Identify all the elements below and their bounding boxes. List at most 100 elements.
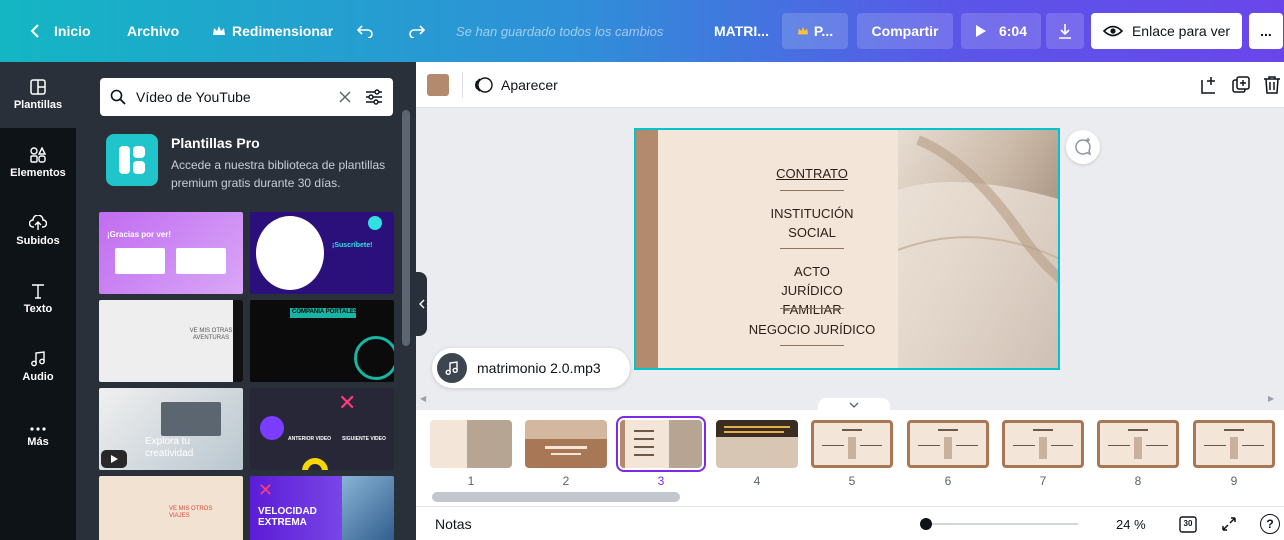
redo-button[interactable]	[408, 0, 426, 62]
footer-bar: Notas 24 % 30 ?	[416, 506, 1284, 540]
filter-icon[interactable]	[365, 89, 383, 105]
page-thumbnail-3[interactable]	[616, 416, 706, 472]
page-thumbnail-8[interactable]	[1097, 420, 1179, 468]
more-options-button[interactable]: ...	[1249, 13, 1283, 49]
slide-divider	[780, 308, 844, 309]
animate-label: Aparecer	[501, 77, 558, 93]
home-button[interactable]: Inicio	[30, 0, 91, 62]
search-icon	[110, 89, 126, 105]
page-thumbnail-5[interactable]	[811, 420, 893, 468]
templates-panel: Vídeo de YouTube Plantillas Pro Accede a…	[76, 62, 416, 540]
slide-item-contrato[interactable]: CONTRATO	[732, 164, 892, 183]
clear-icon[interactable]	[339, 91, 351, 103]
scroll-left-arrow[interactable]: ◀	[420, 394, 426, 403]
document-title[interactable]: MATRI...	[714, 0, 769, 62]
page-thumbnail-9[interactable]	[1193, 420, 1275, 468]
left-nav: Plantillas Elementos Subidos Texto Audio…	[0, 62, 76, 540]
undo-icon	[356, 25, 373, 38]
save-status: Se han guardado todos los cambios	[456, 23, 664, 39]
crown-icon	[213, 26, 225, 35]
page-number: 1	[467, 474, 475, 488]
animate-button[interactable]: Aparecer	[474, 62, 558, 108]
template-thumbnail[interactable]: VE MIS OTRAS AVENTURAS	[99, 300, 243, 382]
pro-title: Plantillas Pro	[171, 135, 260, 151]
thumbnail-text: SIGUIENTE VIDEO	[342, 436, 386, 442]
eye-icon	[1102, 25, 1123, 37]
nav-item-plantillas[interactable]: Plantillas	[0, 62, 76, 128]
chevron-down-icon	[849, 402, 859, 408]
scroll-right-arrow[interactable]: ▶	[1268, 394, 1274, 403]
file-menu-button[interactable]: Archivo	[127, 0, 179, 62]
page-number: 6	[944, 474, 952, 488]
zoom-level[interactable]: 24 %	[1116, 507, 1146, 540]
audio-track-pill[interactable]: matrimonio 2.0.mp3	[432, 348, 630, 388]
notes-button[interactable]: Notas	[435, 507, 472, 540]
page-thumbnail-4[interactable]	[716, 420, 798, 468]
template-thumbnail[interactable]: ANTERIOR VIDEO SIGUIENTE VIDEO ✕	[250, 388, 394, 470]
thumbnail-text: ANTERIOR VIDEO	[288, 436, 332, 442]
template-thumbnail[interactable]: ¡Suscríbete!	[250, 212, 394, 294]
view-link-button[interactable]: Enlace para ver	[1091, 13, 1242, 49]
audio-file-name: matrimonio 2.0.mp3	[477, 360, 601, 376]
template-thumbnail[interactable]: ¡Gracias por ver!	[99, 212, 243, 294]
resize-button[interactable]: Redimensionar	[212, 0, 333, 62]
crown-icon	[797, 26, 808, 35]
present-button[interactable]: 6:04	[961, 13, 1041, 49]
template-thumbnail[interactable]: ✕ VELOCIDAD EXTREMA	[250, 476, 394, 540]
collapse-panel-button[interactable]	[416, 272, 427, 336]
more-icon	[30, 427, 46, 431]
add-comment-button[interactable]	[1066, 130, 1100, 164]
panel-scrollbar[interactable]	[402, 110, 410, 346]
undo-button[interactable]	[356, 0, 374, 62]
template-thumbnail[interactable]: Explora tu creatividad	[99, 388, 243, 470]
nav-item-mas[interactable]: Más	[0, 404, 76, 470]
template-thumbnail[interactable]: VE MIS OTROS VIAJES	[99, 476, 243, 540]
search-box[interactable]: Vídeo de YouTube	[100, 78, 393, 116]
resize-label: Redimensionar	[232, 23, 334, 39]
help-button[interactable]: ?	[1260, 514, 1280, 534]
editor-toolbar: Aparecer	[416, 62, 1284, 108]
download-button[interactable]	[1046, 13, 1084, 49]
pages-scrollbar[interactable]	[432, 492, 680, 502]
page-count-button[interactable]: 30	[1178, 514, 1198, 534]
template-thumbnail[interactable]: COMPAÑÍA PORTALES	[250, 300, 394, 382]
share-button[interactable]: Compartir	[857, 13, 953, 49]
nav-item-audio[interactable]: Audio	[0, 334, 76, 400]
nav-label: Elementos	[10, 167, 66, 179]
present-time: 6:04	[998, 23, 1028, 39]
top-bar: Inicio Archivo Redimensionar Se han guar…	[0, 0, 1284, 62]
text-icon	[32, 284, 44, 299]
slide-canvas[interactable]: CONTRATO INSTITUCIÓN SOCIAL ACTO JURÍDIC…	[634, 128, 1060, 370]
slide-photo[interactable]	[897, 130, 1058, 368]
page-number: 2	[562, 474, 570, 488]
duplicate-page-icon[interactable]	[1230, 74, 1252, 96]
page-thumbnail-2[interactable]	[525, 420, 607, 468]
nav-item-elementos[interactable]: Elementos	[0, 130, 76, 196]
nav-item-texto[interactable]: Texto	[0, 266, 76, 332]
fullscreen-icon[interactable]	[1220, 515, 1238, 533]
chevron-left-icon	[418, 299, 424, 309]
search-input[interactable]: Vídeo de YouTube	[136, 89, 339, 105]
comment-add-icon	[1075, 138, 1092, 156]
pro-templates-promo[interactable]: Plantillas Pro Accede a nuestra bibliote…	[106, 132, 396, 192]
page-thumbnail-1[interactable]	[430, 420, 512, 468]
pro-button[interactable]: P...	[782, 13, 848, 49]
delete-page-icon[interactable]	[1261, 74, 1283, 96]
thumbnail-text: Explora tu creatividad	[145, 436, 194, 459]
zoom-slider-track[interactable]	[926, 523, 1078, 525]
add-page-icon[interactable]	[1198, 74, 1220, 96]
color-swatch[interactable]	[427, 74, 449, 96]
x-mark-icon: ✕	[258, 480, 274, 500]
slide-item-acto[interactable]: ACTO JURÍDICO FAMILIAR	[762, 262, 862, 319]
audio-note-icon	[437, 353, 467, 383]
thumbnail-text: COMPAÑÍA PORTALES	[292, 309, 358, 315]
slide-item-institucion[interactable]: INSTITUCIÓN SOCIAL	[762, 204, 862, 242]
page-number: 7	[1039, 474, 1047, 488]
slide-item-negocio[interactable]: NEGOCIO JURÍDICO	[732, 320, 892, 339]
page-thumbnail-6[interactable]	[907, 420, 989, 468]
nav-item-subidos[interactable]: Subidos	[0, 198, 76, 264]
thumbnail-text: VE MIS OTROS VIAJES	[169, 506, 213, 519]
zoom-slider-handle[interactable]	[920, 518, 932, 530]
page-thumbnail-7[interactable]	[1002, 420, 1084, 468]
pro-label: P...	[813, 23, 834, 39]
